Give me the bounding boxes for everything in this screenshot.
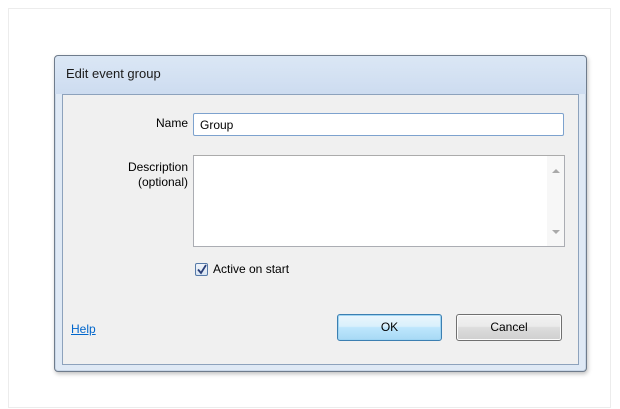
dialog-body: Name Description (optional) Active on st… bbox=[62, 94, 579, 365]
active-on-start-checkbox[interactable] bbox=[195, 263, 208, 276]
help-link[interactable]: Help bbox=[71, 322, 96, 336]
name-label: Name bbox=[155, 116, 188, 130]
description-textarea[interactable] bbox=[193, 155, 565, 247]
description-scrollbar[interactable] bbox=[547, 156, 564, 246]
title-bar[interactable]: Edit event group bbox=[55, 56, 586, 94]
cancel-button[interactable]: Cancel bbox=[456, 314, 562, 341]
description-label-line1: Description bbox=[127, 160, 188, 174]
scroll-up-icon[interactable] bbox=[552, 169, 560, 173]
name-input[interactable] bbox=[193, 113, 564, 136]
scroll-down-icon[interactable] bbox=[552, 230, 560, 234]
active-on-start-label[interactable]: Active on start bbox=[213, 262, 289, 276]
edit-event-group-dialog: Edit event group Name Description (optio… bbox=[54, 55, 587, 372]
ok-button[interactable]: OK bbox=[337, 314, 442, 341]
description-label: Description (optional) bbox=[128, 160, 188, 190]
dialog-title: Edit event group bbox=[66, 66, 161, 81]
description-label-line2: (optional) bbox=[137, 175, 188, 189]
checkmark-icon bbox=[197, 264, 207, 275]
